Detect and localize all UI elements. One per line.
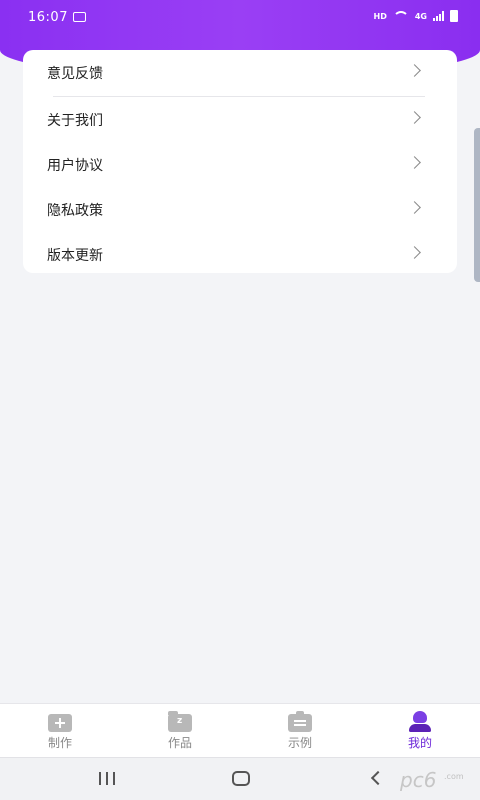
settings-menu-card: 意见反馈 关于我们 用户协议 隐私政策 版本更新 <box>23 50 457 273</box>
tab-examples[interactable]: 示例 <box>240 704 360 757</box>
network-badge: 4G <box>414 11 427 21</box>
recent-apps-button[interactable] <box>99 772 115 785</box>
system-navigation-bar: pc6 .com <box>0 757 480 800</box>
tab-works[interactable]: 作品 <box>120 704 240 757</box>
tab-label: 示例 <box>287 736 312 750</box>
menu-item-feedback[interactable]: 意见反馈 <box>23 50 457 96</box>
menu-item-label: 意见反馈 <box>47 66 103 82</box>
chevron-right-icon <box>408 156 421 169</box>
wifi-icon <box>392 11 409 21</box>
status-time: 16:07 <box>28 10 68 25</box>
chevron-right-icon <box>408 111 421 124</box>
chevron-right-icon <box>408 64 421 77</box>
tab-make[interactable]: 制作 <box>0 704 120 757</box>
chevron-right-icon <box>408 246 421 259</box>
menu-item-label: 版本更新 <box>47 247 103 264</box>
tab-label: 制作 <box>47 736 72 750</box>
watermark-logo: pc6 <box>400 768 437 792</box>
tab-label: 我的 <box>407 736 432 750</box>
menu-item-privacy-policy[interactable]: 隐私政策 <box>23 187 457 232</box>
menu-item-about[interactable]: 关于我们 <box>23 97 457 142</box>
battery-icon <box>450 10 458 22</box>
menu-item-version-update[interactable]: 版本更新 <box>23 232 457 277</box>
menu-item-user-agreement[interactable]: 用户协议 <box>23 142 457 187</box>
tab-label: 作品 <box>167 736 192 750</box>
folder-icon <box>168 711 192 732</box>
home-button[interactable] <box>232 771 250 786</box>
edge-panel-handle[interactable] <box>474 128 480 282</box>
bottom-tab-bar: 制作 作品 示例 我的 <box>0 703 480 757</box>
menu-item-label: 用户协议 <box>47 157 103 174</box>
hd-badge: HD <box>373 11 387 21</box>
signal-icon <box>433 11 444 21</box>
gallery-icon <box>73 12 86 22</box>
menu-item-label: 关于我们 <box>47 112 103 129</box>
status-bar: 16:07 HD 4G <box>0 0 480 34</box>
watermark-domain: .com <box>444 772 464 781</box>
back-button[interactable] <box>370 770 386 786</box>
plus-card-icon <box>48 714 72 732</box>
menu-item-label: 隐私政策 <box>47 202 103 219</box>
chevron-right-icon <box>408 201 421 214</box>
clipboard-icon <box>288 711 312 732</box>
user-icon <box>408 711 432 732</box>
tab-mine[interactable]: 我的 <box>360 704 480 757</box>
status-indicators: HD 4G <box>374 10 458 22</box>
